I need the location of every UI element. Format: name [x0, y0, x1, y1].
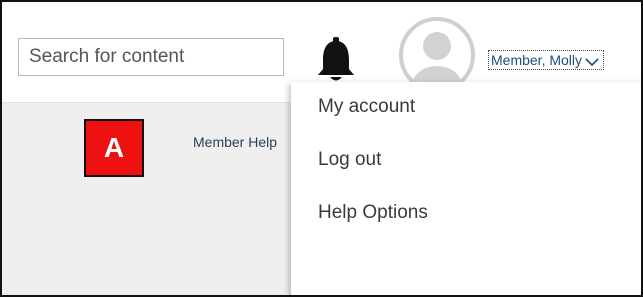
bell-icon[interactable]	[314, 36, 358, 84]
user-name-label: Member, Molly	[491, 52, 583, 68]
menu-item-help-options[interactable]: Help Options	[318, 202, 428, 224]
user-dropdown-menu: My account Log out Help Options	[291, 82, 641, 295]
chevron-down-icon	[585, 58, 599, 67]
screenshot-frame: A Member Help Member, Molly My account L…	[0, 0, 643, 297]
menu-item-log-out[interactable]: Log out	[318, 149, 381, 171]
menu-item-my-account[interactable]: My account	[318, 96, 415, 118]
user-menu-toggle[interactable]: Member, Molly	[488, 50, 605, 70]
member-help-link[interactable]: Member Help	[193, 134, 277, 150]
search-input[interactable]	[18, 38, 284, 76]
annotation-badge: A	[84, 119, 144, 177]
